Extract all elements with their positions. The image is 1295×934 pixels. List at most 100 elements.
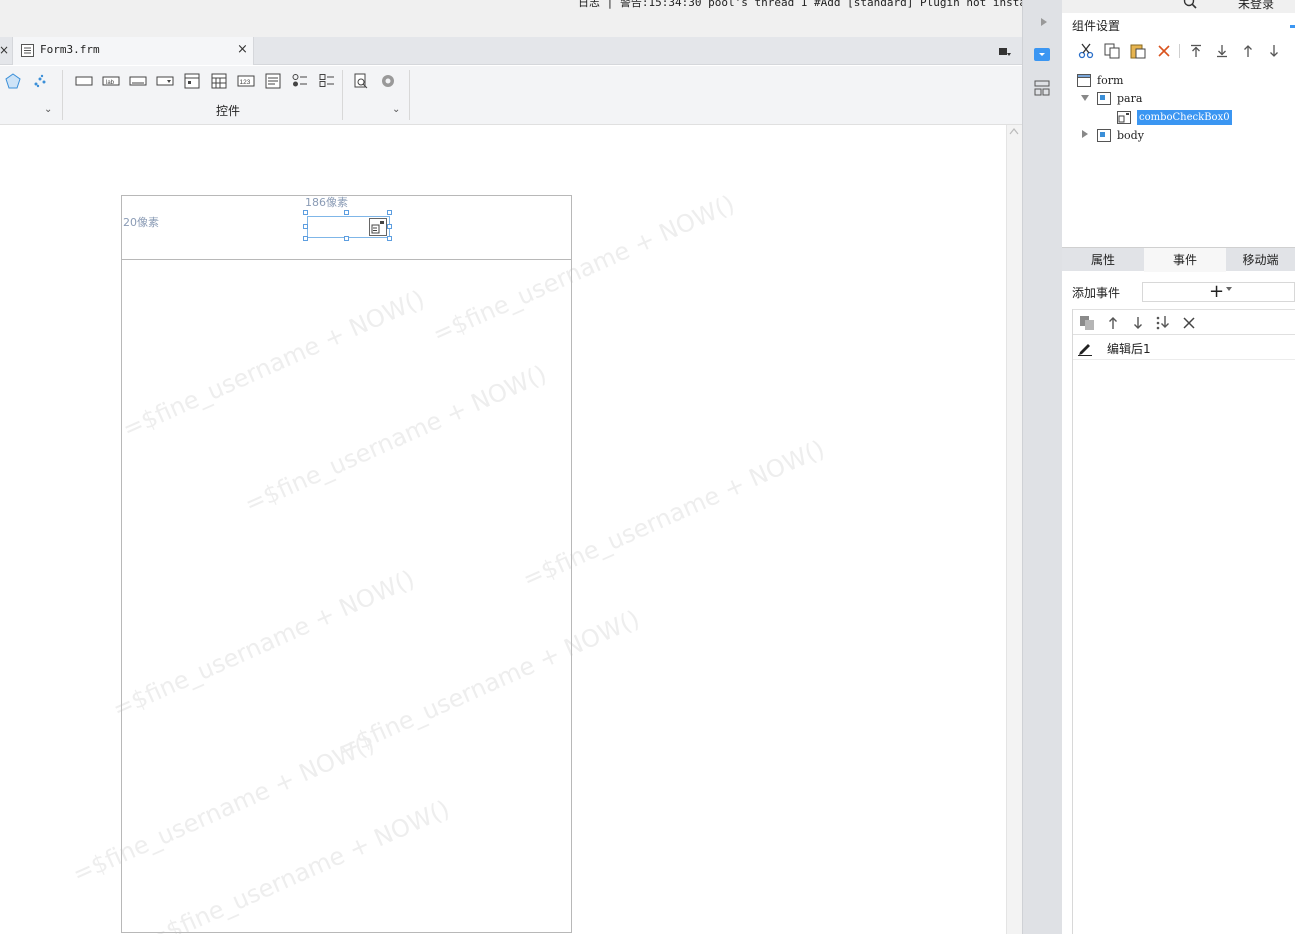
search-widget-icon[interactable] [352,72,370,90]
event-toolbar [1073,309,1295,335]
combobox-widget-icon[interactable] [156,72,174,90]
body-node-icon [1097,128,1111,142]
event-label: 编辑后1 [1107,342,1151,356]
group1-expand-icon[interactable]: ⌄ [44,104,52,115]
event-row[interactable]: 编辑后1 [1073,335,1295,360]
move-down-icon[interactable] [1266,43,1282,59]
resize-handle[interactable] [303,236,308,241]
radio-group-widget-icon[interactable] [291,72,309,90]
tree-node-label: form [1097,73,1124,87]
group2-expand-icon[interactable]: ⌄ [392,104,400,115]
expand-right-icon[interactable] [1040,17,1048,27]
resize-handle[interactable] [344,236,349,241]
tree-node-combocheckbox[interactable]: comboCheckBox0 [1117,108,1232,126]
resize-handle[interactable] [387,210,392,215]
panel-indicator [1290,25,1295,28]
tab-events[interactable]: 事件 [1144,248,1226,272]
para-node-icon [1097,91,1111,105]
style-icon[interactable] [4,72,22,90]
svg-text:lab: lab [106,80,115,86]
panel-tabs: 属性 事件 移动端 [1062,247,1295,272]
move-to-top-icon[interactable] [1188,43,1204,59]
button-widget-icon[interactable] [75,72,93,90]
tree-node-para[interactable]: para [1097,89,1142,107]
dropdown-caret-icon [1226,287,1232,291]
para-section[interactable]: 20像素 186像素 [122,196,571,260]
add-event-label: 添加事件 [1072,286,1121,300]
tree-node-label-selected: comboCheckBox0 [1137,109,1232,125]
resize-handle[interactable] [387,224,392,229]
tab-close-icon[interactable]: × [237,42,248,57]
move-up-icon[interactable] [1240,43,1256,59]
resize-handle[interactable] [387,236,392,241]
canvas-vertical-scrollbar[interactable] [1006,125,1022,934]
add-event-button[interactable]: + [1142,281,1295,302]
calendar-widget-icon[interactable] [210,72,228,90]
login-status[interactable]: 未登录 [1238,0,1274,12]
gap-strip [0,13,1022,37]
editor-tab-bar: × Form3.frm × [0,37,1022,65]
prev-tab-close-icon[interactable]: × [0,43,9,57]
toolbar-group-label: 控件 [216,104,241,118]
number-widget-icon[interactable]: 123 [237,72,255,90]
tab-form3[interactable]: Form3.frm × [12,37,254,65]
resize-handle[interactable] [303,224,308,229]
delete-icon[interactable] [1156,43,1172,59]
layout-dock-icon[interactable] [1034,80,1050,96]
tree-expand-icon[interactable] [1082,130,1088,138]
settings-gear-icon[interactable] [379,72,397,90]
copy-event-icon[interactable] [1079,315,1095,331]
combocheckbox-widget[interactable] [307,216,390,238]
tree-node-label: para [1117,91,1143,105]
event-list: 编辑后1 [1072,309,1295,934]
scroll-up-icon[interactable] [1009,127,1019,135]
label-widget-icon[interactable]: lab [102,72,120,90]
tree-node-form[interactable]: form [1077,71,1123,89]
toolbar-separator [62,70,63,120]
edit-pencil-icon[interactable] [1077,340,1093,356]
widget-toolbar: ⌄ lab 123 控件 ⌄ [0,66,1022,125]
status-strip: 日志 | 警告:15:34:30 pool's thread 1 #Add [s… [0,0,1022,13]
scatter-icon[interactable] [31,72,49,90]
form-body-frame[interactable]: 20像素 186像素 [121,195,572,933]
event-move-bottom-icon[interactable] [1155,315,1171,331]
plus-icon: + [1209,281,1225,302]
toolbar-separator [342,70,343,120]
svg-text:123: 123 [240,79,251,86]
resize-handle[interactable] [303,210,308,215]
tree-collapse-icon[interactable] [1081,95,1089,101]
event-move-down-icon[interactable] [1130,315,1146,331]
resize-handle[interactable] [344,210,349,215]
combocheckbox-node-icon [1117,110,1131,124]
checkbox-group-widget-icon[interactable] [318,72,336,90]
log-status-text[interactable]: 日志 | 警告:15:34:30 pool's thread 1 #Add [s… [578,0,1022,10]
textarea-widget-icon[interactable] [264,72,282,90]
cut-icon[interactable] [1078,43,1094,59]
widget-settings-dock-icon[interactable] [1034,48,1050,61]
panel-toolbar [1073,38,1295,64]
event-move-up-icon[interactable] [1105,315,1121,331]
combobox-dropdown-icon[interactable] [369,218,387,236]
tab-properties[interactable]: 属性 [1062,248,1144,272]
form-node-icon [1077,73,1091,87]
form-canvas[interactable]: =$fine_username + NOW() =$fine_username … [0,125,1006,934]
copy-icon[interactable] [1104,43,1120,59]
ruler-y-label: 20像素 [123,216,159,229]
textfield-widget-icon[interactable] [129,72,147,90]
tab-title: Form3.frm [40,43,100,56]
form-file-icon [21,44,34,57]
move-to-bottom-icon[interactable] [1214,43,1230,59]
toolbar-separator [409,70,410,120]
panel-title: 组件设置 [1072,19,1121,33]
tree-node-body[interactable]: body [1097,126,1144,144]
ruler-x-label: 186像素 [305,196,348,209]
tab-mobile[interactable]: 移动端 [1226,248,1295,272]
design-area: × Form3.frm × ⌄ lab 123 控件 ⌄ =$fine_user… [0,13,1022,934]
tree-node-label: body [1117,128,1144,142]
widget-settings-panel: 组件设置 form para comboCheckBox0 body 属性 事件… [1062,13,1295,934]
search-icon[interactable] [1183,0,1197,9]
paste-icon[interactable] [1130,43,1146,59]
date-widget-icon[interactable] [183,72,201,90]
event-delete-icon[interactable] [1181,315,1197,331]
tab-menu-icon[interactable] [998,45,1012,59]
